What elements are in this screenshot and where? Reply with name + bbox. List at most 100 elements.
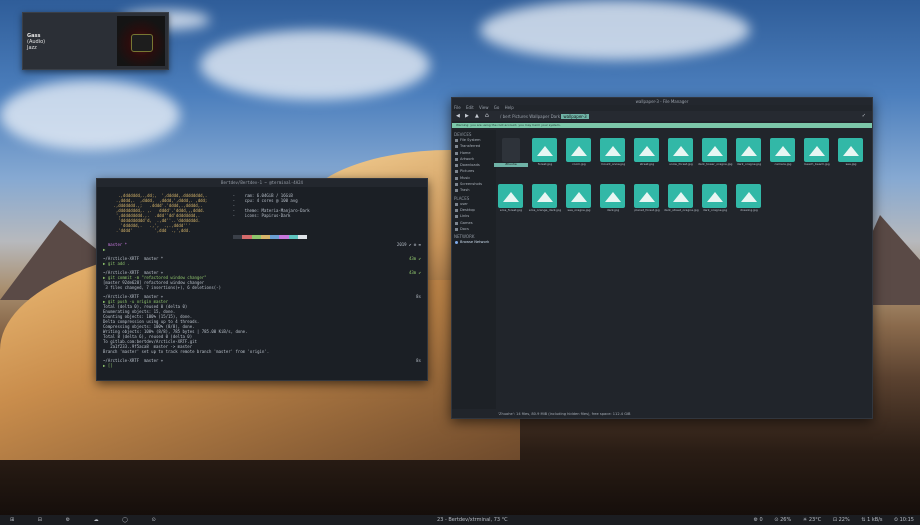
image-icon bbox=[566, 138, 591, 162]
image-icon bbox=[634, 138, 659, 162]
file-item[interactable]: drawing.jpg bbox=[736, 184, 762, 218]
location-segment[interactable]: Dark bbox=[551, 114, 561, 119]
file-label: planet_forest.jpg bbox=[634, 208, 660, 212]
file-manager-window[interactable]: wallpaper-3 - File Manager File Edit Vie… bbox=[451, 97, 873, 419]
image-icon bbox=[702, 138, 727, 162]
file-label: sea_oragne.jpg bbox=[567, 208, 591, 212]
up-icon[interactable]: ▲ bbox=[475, 113, 479, 119]
location-segment[interactable]: / bbox=[500, 114, 501, 119]
file-item[interactable]: dark_oragne.jpg bbox=[736, 138, 762, 172]
file-item[interactable]: camera.jpg bbox=[770, 138, 796, 172]
window-icon[interactable]: ⊟ bbox=[38, 517, 42, 523]
taskbar: ⊞ ⊟ ⚙ ☁ ◯ ⊙ 23 - Bertdev/xtrminal, 73 °C… bbox=[0, 515, 920, 525]
settings-icon[interactable]: ⚙ bbox=[66, 517, 70, 523]
file-label: dark.jpg bbox=[606, 208, 620, 212]
sidebar-item[interactable]: Browse Network bbox=[452, 239, 496, 245]
tray-clock[interactable]: ⏲ 10:15 bbox=[894, 517, 914, 523]
file-item[interactable]: eros_forest.jpg bbox=[498, 184, 524, 218]
status-time: 43m ✔ bbox=[408, 270, 421, 275]
sidebar-item[interactable]: Docs bbox=[452, 226, 496, 232]
car-icon bbox=[131, 34, 153, 52]
terminal-body[interactable]: .,ddddddd,.,dd;, ',ddddd,.dddddddd,. .,d… bbox=[103, 189, 421, 376]
circle-icon[interactable]: ◯ bbox=[122, 517, 128, 523]
file-label: room.jpg bbox=[572, 162, 586, 166]
file-label: snow_forest.jpg bbox=[669, 162, 693, 166]
image-icon bbox=[634, 184, 659, 208]
cloud bbox=[480, 0, 750, 60]
home-icon[interactable]: ⌂ bbox=[485, 112, 489, 119]
location-segment[interactable]: Wallpaper bbox=[529, 114, 549, 119]
file-item[interactable]: beach_beach.jpg bbox=[804, 138, 830, 172]
status-time: 43m ✔ bbox=[408, 256, 421, 261]
image-icon bbox=[838, 138, 863, 162]
cloud bbox=[200, 30, 430, 100]
image-icon bbox=[532, 184, 557, 208]
file-item[interactable]: forest.jpg bbox=[532, 138, 558, 172]
file-item[interactable]: Zhuohe bbox=[494, 138, 528, 172]
image-icon bbox=[600, 184, 625, 208]
file-item[interactable]: planet_forest.jpg bbox=[634, 184, 660, 218]
target-icon[interactable]: ⊙ bbox=[151, 517, 155, 523]
ascii-art-line: .'dddd' ',ddd .,',ddd. bbox=[111, 228, 191, 233]
forward-icon[interactable]: ▶ bbox=[465, 113, 469, 119]
menu-edit[interactable]: Edit bbox=[466, 105, 474, 110]
file-label: dark_tower_oragne.jpg bbox=[698, 162, 733, 166]
location-active-segment[interactable]: wallpaper-3 bbox=[561, 114, 589, 119]
menu-file[interactable]: File bbox=[454, 105, 461, 110]
command-input[interactable]: ▶ [] bbox=[103, 363, 113, 368]
cloud-icon[interactable]: ☁ bbox=[94, 517, 99, 523]
back-icon[interactable]: ◀ bbox=[456, 113, 460, 119]
root-warning-banner: Warning: you are using the root account,… bbox=[452, 123, 872, 128]
file-label: dark_oragne.jpg bbox=[736, 162, 762, 166]
tray-updates[interactable]: ⚙ 0 bbox=[753, 517, 762, 523]
file-item[interactable]: dark_tower_oragne.jpg bbox=[698, 138, 732, 172]
file-item[interactable]: dark.jpg bbox=[600, 184, 626, 218]
file-label: eros_orange_dark.jpg bbox=[528, 208, 562, 212]
menu-help[interactable]: Help bbox=[505, 105, 514, 110]
image-icon bbox=[566, 184, 591, 208]
menu-bar: File Edit View Go Help bbox=[454, 105, 518, 110]
file-label: camera.jpg bbox=[774, 162, 792, 166]
menu-go[interactable]: Go bbox=[494, 105, 500, 110]
file-label: street.jpg bbox=[639, 162, 655, 166]
image-icon bbox=[668, 138, 693, 162]
folder-icon bbox=[502, 138, 520, 162]
location-bar[interactable]: / bert Pictures Wallpaper Dark wallpaper… bbox=[500, 114, 589, 119]
tray-cpu[interactable]: ⊙ 26% bbox=[774, 517, 791, 523]
file-label: Zhuohe bbox=[494, 162, 528, 167]
status-time: 8s bbox=[416, 294, 421, 299]
location-segment[interactable]: bert bbox=[503, 114, 511, 119]
notification-line: Jazz bbox=[27, 45, 37, 51]
image-icon bbox=[804, 138, 829, 162]
check-icon[interactable]: ✓ bbox=[862, 113, 866, 119]
cloud bbox=[0, 80, 180, 150]
file-item[interactable]: snow_forest.jpg bbox=[668, 138, 694, 172]
menu-view[interactable]: View bbox=[479, 105, 489, 110]
location-segment[interactable]: Pictures bbox=[512, 114, 528, 119]
file-item[interactable]: dark_street_oragne.jpg bbox=[664, 184, 699, 218]
file-item[interactable]: dark_oragne.jpg bbox=[702, 184, 728, 218]
file-item[interactable]: sea.jpg bbox=[838, 138, 864, 172]
file-item[interactable]: sea_oragne.jpg bbox=[566, 184, 592, 218]
file-label: dark_oragne.jpg bbox=[702, 208, 728, 212]
status-time: 2019 ✔ ⚙ ≡ bbox=[396, 242, 421, 247]
file-item[interactable]: street.jpg bbox=[634, 138, 660, 172]
file-label: dark_street_oragne.jpg bbox=[664, 208, 699, 212]
tray-network[interactable]: ⇅ 1 kB/s bbox=[861, 517, 882, 523]
file-item[interactable]: mount_snow.jpg bbox=[600, 138, 626, 172]
album-art-image bbox=[117, 16, 165, 66]
terminal-title: Bertdev/Bertdev-1 ~ @terminal-4A24 bbox=[97, 179, 427, 187]
image-icon bbox=[498, 184, 523, 208]
active-window-label: 23 - Bertdev/xtrminal, 73 °C bbox=[437, 517, 508, 523]
sidebar-item[interactable]: Trash bbox=[452, 187, 496, 193]
file-item[interactable]: eros_orange_dark.jpg bbox=[529, 184, 561, 218]
image-icon bbox=[702, 184, 727, 208]
terminal-window[interactable]: Bertdev/Bertdev-1 ~ @terminal-4A24 .,ddd… bbox=[96, 178, 428, 381]
tray-weather[interactable]: ☀ 23°C bbox=[803, 517, 821, 523]
menu-icon[interactable]: ⊞ bbox=[10, 517, 14, 523]
notification-popup[interactable]: Gass (Audio) Jazz bbox=[22, 12, 169, 70]
tray-memory[interactable]: ⊡ 22% bbox=[833, 517, 850, 523]
file-item[interactable]: room.jpg bbox=[566, 138, 592, 172]
image-icon bbox=[770, 138, 795, 162]
status-bar: 'Zhuohe': 14 files, 80.9 MiB (including … bbox=[498, 412, 631, 416]
